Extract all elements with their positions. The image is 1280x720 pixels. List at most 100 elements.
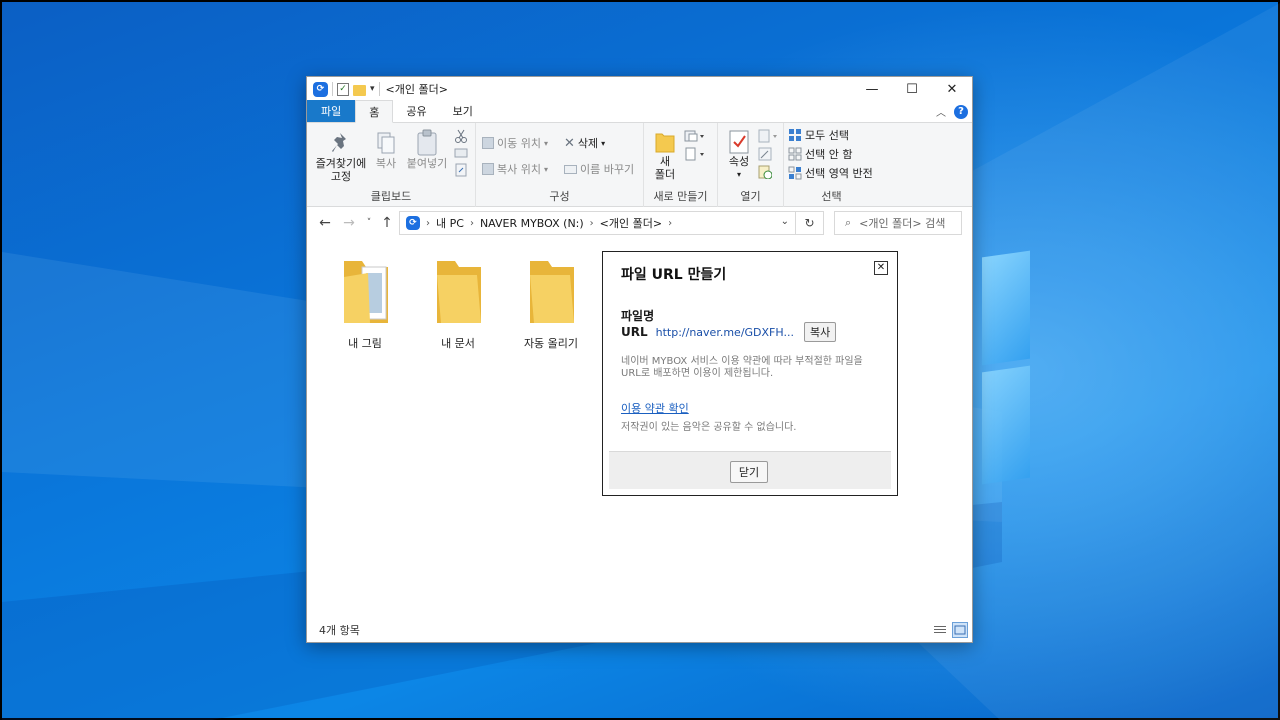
open-group: 속성 ▾ 열기 bbox=[718, 123, 784, 207]
search-input[interactable]: ⌕ <개인 폴더> 검색 bbox=[834, 211, 962, 235]
select-all-button[interactable]: 모두 선택 bbox=[788, 127, 849, 143]
paste-button[interactable]: 붙여넣기 bbox=[405, 129, 449, 170]
pictures-folder-icon bbox=[344, 261, 388, 323]
mybox-location-icon: ⟳ bbox=[406, 216, 420, 230]
breadcrumb-mybox-drive[interactable]: NAVER MYBOX (N:) bbox=[480, 217, 584, 230]
search-placeholder: <개인 폴더> 검색 bbox=[859, 217, 946, 230]
breadcrumb-personal-folder[interactable]: <개인 폴더> bbox=[600, 215, 662, 231]
open-icon[interactable] bbox=[758, 129, 780, 143]
tab-view[interactable]: 보기 bbox=[440, 100, 486, 122]
properties-check-icon[interactable]: ✓ bbox=[337, 82, 349, 96]
select-none-button[interactable]: 선택 안 함 bbox=[788, 146, 852, 162]
pin-quick-access-button[interactable]: 즐겨찾기에 고정 bbox=[313, 131, 369, 183]
new-folder-icon[interactable] bbox=[353, 84, 366, 96]
clipboard-group-label: 클립보드 bbox=[370, 190, 412, 203]
move-to-icon bbox=[482, 137, 494, 149]
clipboard-group: 즐겨찾기에 고정 복사 붙여넣기 클립보드 bbox=[307, 123, 476, 207]
terms-notice: 네이버 MYBOX 서비스 이용 약관에 따라 부적절한 파일을 URL로 배포… bbox=[621, 356, 863, 379]
terms-link[interactable]: 이용 약관 확인 bbox=[621, 400, 689, 416]
rename-button[interactable]: 이름 바꾸기 bbox=[564, 161, 634, 177]
dialog-close-icon[interactable]: ✕ bbox=[874, 261, 888, 275]
invert-selection-button[interactable]: 선택 영역 반전 bbox=[788, 165, 873, 181]
ribbon: 즐겨찾기에 고정 복사 붙여넣기 클립보드 이동 위치 ▾ 복사 위치 ▾ ✕ … bbox=[307, 123, 972, 207]
folder-icon bbox=[655, 133, 675, 153]
copy-to-icon bbox=[482, 163, 494, 175]
edit-icon[interactable] bbox=[758, 147, 772, 161]
quick-access-toolbar: ⟳ ✓ ▾ bbox=[307, 77, 380, 101]
item-count: 4개 항목 bbox=[319, 624, 360, 637]
navigation-bar: ← → ˅ ↑ ⟳ › 내 PC › NAVER MYBOX (N:) › <개… bbox=[307, 207, 972, 239]
copyright-note: 저작권이 있는 음악은 공유할 수 없습니다. bbox=[621, 422, 797, 433]
customize-dropdown-icon[interactable]: ▾ bbox=[370, 84, 375, 94]
folder-label: 자동 올리기 bbox=[523, 337, 579, 350]
forward-arrow-icon[interactable]: → bbox=[339, 215, 359, 231]
dialog-title: 파일 URL 만들기 bbox=[621, 267, 727, 283]
details-view-icon[interactable] bbox=[932, 622, 948, 638]
refresh-icon[interactable]: ↻ bbox=[795, 212, 823, 234]
address-dropdown-icon[interactable]: ⌄ bbox=[781, 216, 789, 227]
open-group-label: 열기 bbox=[740, 190, 761, 203]
folder-item-documents[interactable]: 내 문서 bbox=[418, 257, 498, 351]
folder-item-pictures[interactable]: 내 그림 bbox=[325, 257, 405, 351]
breadcrumb-this-pc[interactable]: 내 PC bbox=[436, 215, 464, 231]
easy-access-icon[interactable] bbox=[684, 147, 706, 161]
search-icon: ⌕ bbox=[845, 216, 852, 229]
copy-to-button[interactable]: 복사 위치 ▾ bbox=[482, 161, 548, 177]
create-file-url-dialog: 파일 URL 만들기 ✕ 파일명 URL http://naver.me/GDX… bbox=[602, 251, 898, 496]
url-row: URL http://naver.me/GDXFH... 복사 bbox=[621, 322, 837, 342]
large-icons-view-icon[interactable] bbox=[952, 622, 968, 638]
windows-logo bbox=[962, 234, 1280, 524]
dialog-close-button[interactable]: 닫기 bbox=[730, 461, 768, 483]
maximize-button[interactable]: ☐ bbox=[892, 77, 932, 101]
close-window-button[interactable]: ✕ bbox=[932, 77, 972, 101]
minimize-button[interactable]: — bbox=[852, 77, 892, 101]
select-all-icon bbox=[789, 129, 801, 141]
delete-button[interactable]: ✕ 삭제 ▾ bbox=[564, 135, 605, 151]
copy-url-button[interactable]: 복사 bbox=[803, 322, 837, 342]
delete-x-icon: ✕ bbox=[564, 135, 575, 151]
folder-label: 내 그림 bbox=[348, 337, 382, 350]
select-group: 모두 선택 선택 안 함 선택 영역 반전 선택 bbox=[784, 123, 879, 207]
history-icon[interactable] bbox=[758, 165, 772, 179]
copy-button[interactable]: 복사 bbox=[371, 131, 401, 170]
tab-file[interactable]: 파일 bbox=[307, 100, 356, 122]
window-controls: — ☐ ✕ bbox=[852, 77, 972, 101]
new-group: 새 폴더 새로 만들기 bbox=[644, 123, 718, 207]
documents-folder-icon bbox=[437, 261, 481, 323]
url-value[interactable]: http://naver.me/GDXFH... bbox=[656, 326, 794, 339]
auto-upload-folder-icon bbox=[530, 261, 574, 323]
url-label: URL bbox=[621, 325, 648, 339]
recent-locations-icon[interactable]: ˅ bbox=[359, 218, 379, 228]
folder-label: 내 문서 bbox=[441, 337, 475, 350]
select-group-label: 선택 bbox=[821, 190, 842, 203]
address-bar[interactable]: ⟳ › 내 PC › NAVER MYBOX (N:) › <개인 폴더> › … bbox=[399, 211, 824, 235]
ribbon-tabs: 파일 홈 공유 보기 ︿ ? bbox=[307, 100, 972, 123]
paste-shortcut-icon[interactable] bbox=[454, 163, 468, 177]
copy-path-icon[interactable] bbox=[454, 147, 468, 159]
invert-selection-icon bbox=[788, 166, 802, 180]
mybox-app-icon[interactable]: ⟳ bbox=[313, 81, 328, 97]
up-arrow-icon[interactable]: ↑ bbox=[377, 215, 397, 231]
dialog-footer: 닫기 bbox=[609, 451, 891, 489]
properties-button[interactable]: 속성 ▾ bbox=[724, 129, 754, 181]
cut-icon[interactable] bbox=[454, 129, 468, 143]
tab-home[interactable]: 홈 bbox=[355, 100, 394, 123]
organize-group-label: 구성 bbox=[549, 190, 570, 203]
rename-icon bbox=[564, 164, 577, 174]
status-bar: 4개 항목 bbox=[307, 618, 972, 642]
back-arrow-icon[interactable]: ← bbox=[315, 215, 335, 231]
collapse-ribbon-icon[interactable]: ︿ bbox=[936, 104, 946, 119]
paste-icon bbox=[417, 129, 437, 156]
title-bar: ⟳ ✓ ▾ <개인 폴더> — ☐ ✕ bbox=[307, 77, 972, 101]
organize-group: 이동 위치 ▾ 복사 위치 ▾ ✕ 삭제 ▾ 이름 바꾸기 구성 bbox=[476, 123, 644, 207]
folder-item-auto-upload[interactable]: 자동 올리기 bbox=[511, 257, 591, 351]
copy-icon bbox=[377, 132, 395, 154]
properties-icon bbox=[729, 130, 749, 154]
help-icon[interactable]: ? bbox=[954, 104, 968, 119]
select-none-icon bbox=[788, 147, 802, 161]
new-item-icon[interactable] bbox=[684, 129, 706, 143]
move-to-button[interactable]: 이동 위치 ▾ bbox=[482, 135, 548, 151]
tab-share[interactable]: 공유 bbox=[393, 100, 439, 122]
new-folder-button[interactable]: 새 폴더 bbox=[648, 129, 682, 181]
new-group-label: 새로 만들기 bbox=[653, 190, 708, 203]
